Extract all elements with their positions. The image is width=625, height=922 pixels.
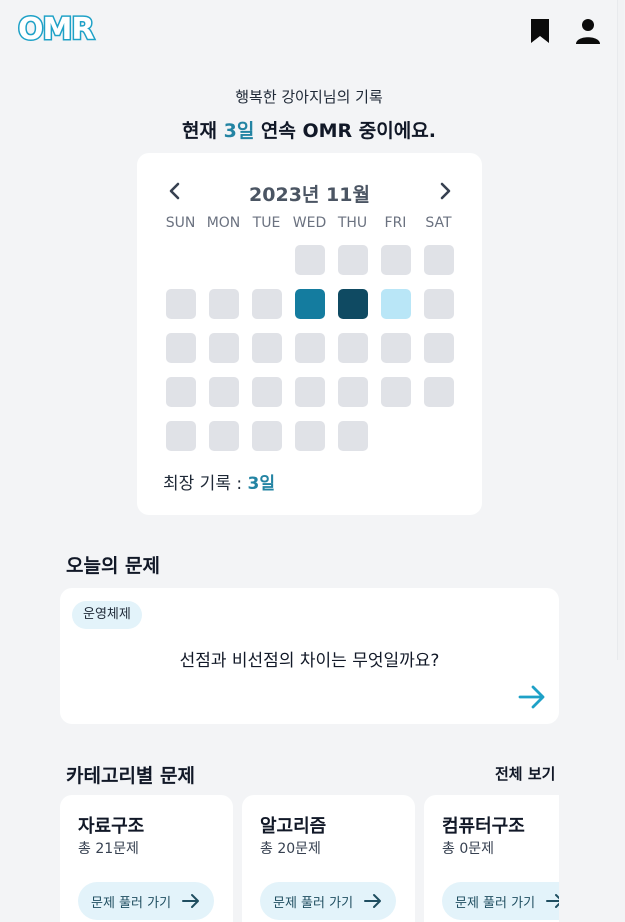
arrow-right-icon <box>182 893 200 909</box>
weekday-thu: THU <box>337 215 368 231</box>
calendar-day[interactable] <box>337 245 368 275</box>
category-card[interactable]: 알고리즘 총 20문제 문제 풀러 가기 <box>242 795 415 922</box>
calendar-day[interactable] <box>423 289 454 319</box>
weekday-wed: WED <box>292 215 327 231</box>
weekday-fri: FRI <box>384 215 407 231</box>
calendar-day[interactable] <box>294 333 325 363</box>
omr-logo[interactable]: OMR <box>16 8 108 49</box>
calendar-day[interactable] <box>251 377 282 407</box>
calendar-day[interactable] <box>380 333 411 363</box>
calendar-day[interactable] <box>423 333 454 363</box>
calendar-day[interactable] <box>423 377 454 407</box>
solve-button-label: 문제 풀러 가기 <box>273 896 354 911</box>
category-carousel[interactable]: 자료구조 총 21문제 문제 풀러 가기 알고리즘 총 20문제 문제 풀러 가… <box>60 795 559 922</box>
calendar-day[interactable] <box>208 333 239 363</box>
calendar-day[interactable] <box>380 245 411 275</box>
calendar-day[interactable] <box>165 421 196 451</box>
calendar-day[interactable] <box>251 421 282 451</box>
calendar-day[interactable] <box>294 289 325 319</box>
calendar-day[interactable] <box>423 245 454 275</box>
calendar-day[interactable] <box>337 333 368 363</box>
calendar-day[interactable] <box>380 377 411 407</box>
calendar-day[interactable] <box>165 333 196 363</box>
category-chip: 운영체제 <box>72 601 142 629</box>
weekday-sat: SAT <box>425 215 452 231</box>
solve-button-label: 문제 풀러 가기 <box>91 896 172 911</box>
best-streak-value: 3일 <box>247 474 275 494</box>
today-section-title: 오늘의 문제 <box>66 555 161 577</box>
solve-button[interactable]: 문제 풀러 가기 <box>442 882 559 920</box>
streak-subtitle: 행복한 강아지님의 기록 <box>235 88 383 106</box>
calendar-day[interactable] <box>380 289 411 319</box>
chevron-right-icon[interactable] <box>433 179 457 203</box>
weekday-mon: MON <box>206 215 241 231</box>
best-streak: 최장 기록 : 3일 <box>163 469 275 494</box>
best-streak-label: 최장 기록 : <box>163 474 248 494</box>
view-all-link[interactable]: 전체 보기 <box>495 763 555 784</box>
calendar-day[interactable] <box>294 421 325 451</box>
streak-title-suffix: 연속 OMR 중이에요. <box>254 120 436 142</box>
category-count: 총 0문제 <box>442 841 494 857</box>
category-card[interactable]: 컴퓨터구조 총 0문제 문제 풀러 가기 <box>424 795 559 922</box>
streak-title: 현재 3일 연속 OMR 중이에요. <box>0 116 618 143</box>
arrow-right-icon <box>546 893 559 909</box>
scrollbar-thumb[interactable] <box>617 0 624 660</box>
weekday-header: SUN MON TUE WED THU FRI SAT <box>159 215 460 235</box>
category-count: 총 20문제 <box>260 841 321 857</box>
arrow-right-icon[interactable] <box>517 684 547 710</box>
calendar-day[interactable] <box>294 245 325 275</box>
solve-button-label: 문제 풀러 가기 <box>455 896 536 911</box>
solve-button[interactable]: 문제 풀러 가기 <box>260 882 396 920</box>
calendar-month-label: 2023년 11월 <box>249 184 370 206</box>
calendar-day[interactable] <box>251 289 282 319</box>
arrow-right-icon <box>364 893 382 909</box>
logo-wordmark: OMR <box>18 12 94 47</box>
category-name: 컴퓨터구조 <box>442 816 525 837</box>
calendar-day[interactable] <box>337 377 368 407</box>
calendar-day[interactable] <box>337 289 368 319</box>
category-name: 알고리즘 <box>260 816 327 837</box>
calendar-grid <box>159 245 460 465</box>
calendar-day[interactable] <box>294 377 325 407</box>
app-header: OMR <box>0 0 625 62</box>
weekday-tue: TUE <box>252 215 281 231</box>
calendar-day[interactable] <box>208 289 239 319</box>
today-question-card[interactable]: 운영체제 선점과 비선점의 차이는 무엇일까요? <box>60 588 559 724</box>
category-count: 총 21문제 <box>78 841 139 857</box>
user-icon[interactable] <box>575 16 601 46</box>
weekday-sun: SUN <box>165 215 196 231</box>
calendar-day[interactable] <box>337 421 368 451</box>
calendar-day[interactable] <box>208 377 239 407</box>
category-name: 자료구조 <box>78 816 145 837</box>
calendar-day[interactable] <box>165 289 196 319</box>
streak-title-prefix: 현재 <box>182 120 224 142</box>
today-question-text: 선점과 비선점의 차이는 무엇일까요? <box>179 651 440 671</box>
calendar-day[interactable] <box>165 377 196 407</box>
calendar-day[interactable] <box>251 333 282 363</box>
bookmark-icon[interactable] <box>527 16 553 46</box>
category-card[interactable]: 자료구조 총 21문제 문제 풀러 가기 <box>60 795 233 922</box>
categories-section-title: 카테고리별 문제 <box>66 765 195 787</box>
calendar-card: 2023년 11월 SUN MON TUE WED THU FRI SAT 최장 기록 : … <box>137 153 482 515</box>
calendar-day[interactable] <box>208 421 239 451</box>
streak-count: 3일 <box>223 120 255 142</box>
solve-button[interactable]: 문제 풀러 가기 <box>78 882 214 920</box>
